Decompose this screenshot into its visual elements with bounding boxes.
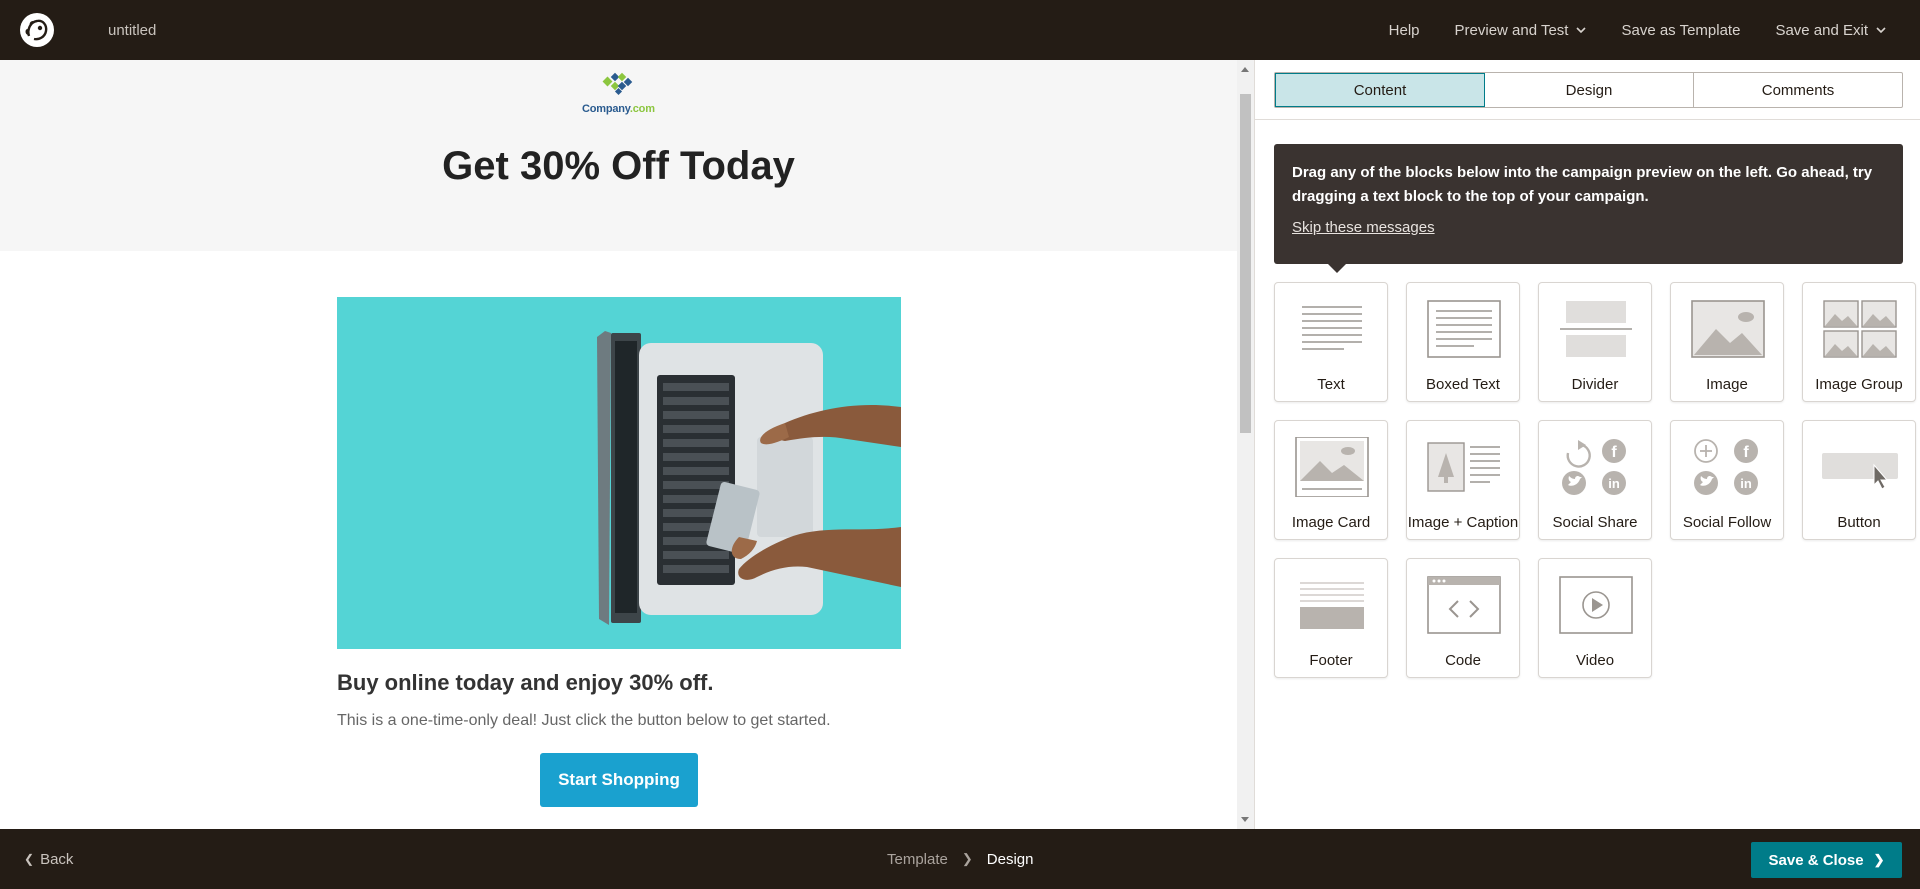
offer-body-text: This is a one-time-only deal! Just click…: [337, 712, 831, 729]
image-group-block-icon: [1823, 300, 1897, 358]
brand-name-text: Company: [582, 103, 630, 115]
button-block-icon: [1822, 453, 1898, 490]
svg-text:in: in: [1608, 476, 1620, 491]
bottom-bar: ❮ Back Template ❯ Design Save & Close ❯: [0, 829, 1920, 889]
block-label: Divider: [1571, 376, 1619, 393]
image-caption-block-icon: [1427, 442, 1500, 492]
scroll-up-arrow-icon[interactable]: [1241, 67, 1249, 72]
breadcrumb-design: Design: [986, 850, 1034, 868]
block-label: Image Group: [1815, 376, 1903, 393]
block-image-caption[interactable]: Image + Caption: [1406, 420, 1520, 540]
company-logo-icon: [602, 72, 633, 96]
help-tooltip: Drag any of the blocks below into the ca…: [1274, 144, 1903, 273]
save-and-exit-menu[interactable]: Save and Exit: [1775, 22, 1886, 39]
chevron-down-icon: [1876, 27, 1886, 34]
hero-image[interactable]: [337, 297, 901, 649]
save-and-exit-label: Save and Exit: [1775, 21, 1868, 39]
tab-comments[interactable]: Comments: [1694, 73, 1902, 107]
block-social-follow[interactable]: f in Social Follow: [1670, 420, 1784, 540]
image-card-block-icon: [1295, 437, 1369, 497]
top-bar: untitled Help Preview and Test Save as T…: [0, 0, 1920, 60]
footer-block-icon: [1300, 582, 1364, 629]
help-label: Help: [1388, 21, 1420, 39]
video-block-icon: [1559, 576, 1633, 634]
block-text[interactable]: Text: [1274, 282, 1388, 402]
chevron-right-icon: ❯: [961, 851, 973, 866]
block-footer[interactable]: Footer: [1274, 558, 1388, 678]
block-label: Social Share: [1552, 514, 1638, 531]
laptop-photo-icon: [337, 297, 901, 649]
preview-scrollbar[interactable]: [1237, 60, 1254, 829]
breadcrumb-template[interactable]: Template: [887, 851, 948, 868]
save-as-template-link[interactable]: Save as Template: [1621, 22, 1740, 39]
back-label: Back: [40, 850, 74, 868]
block-code[interactable]: Code: [1406, 558, 1520, 678]
offer-heading: Buy online today and enjoy 30% off.: [337, 670, 714, 695]
tooltip-text: Drag any of the blocks below into the ca…: [1292, 164, 1873, 205]
block-label: Video: [1575, 652, 1615, 669]
back-button[interactable]: ❮ Back: [24, 829, 73, 889]
code-block-icon: [1427, 576, 1501, 634]
tab-content[interactable]: Content: [1275, 73, 1485, 107]
block-label: Footer: [1309, 652, 1353, 669]
save-and-close-label: Save & Close: [1768, 851, 1864, 869]
chevron-left-icon: ❮: [24, 852, 35, 866]
image-block-icon: [1691, 300, 1765, 358]
block-video[interactable]: Video: [1538, 558, 1652, 678]
block-divider[interactable]: Divider: [1538, 282, 1652, 402]
boxed-text-block-icon: [1427, 300, 1501, 358]
divider-block-icon: [1560, 301, 1632, 357]
chevron-down-icon: [1576, 27, 1587, 34]
svg-text:f: f: [1743, 444, 1749, 461]
svg-text:f: f: [1611, 444, 1617, 461]
block-label: Image Card: [1291, 514, 1371, 531]
block-image-card[interactable]: Image Card: [1274, 420, 1388, 540]
save-as-template-label: Save as Template: [1621, 21, 1741, 39]
panel-tabs: Content Design Comments: [1274, 72, 1903, 108]
block-label: Boxed Text: [1426, 376, 1500, 393]
block-image-group[interactable]: Image Group: [1802, 282, 1916, 402]
text-block-icon: [1302, 306, 1362, 350]
block-label: Button: [1837, 514, 1881, 531]
preview-and-test-label: Preview and Test: [1454, 21, 1569, 39]
social-share-block-icon: f in: [1562, 439, 1626, 495]
block-image[interactable]: Image: [1670, 282, 1784, 402]
campaign-preview[interactable]: Company.com Get 30% Off Today Buy online…: [0, 60, 1237, 829]
top-nav: Help Preview and Test Save as Template S…: [1354, 22, 1886, 39]
brand-suffix-text: .com: [629, 103, 655, 115]
block-label: Social Follow: [1682, 514, 1772, 531]
skip-messages-link[interactable]: Skip these messages: [1292, 219, 1435, 236]
scroll-thumb[interactable]: [1240, 94, 1251, 433]
email-header-section[interactable]: Company.com Get 30% Off Today: [0, 60, 1237, 251]
blocks-panel: Content Design Comments Drag any of the …: [1254, 60, 1920, 829]
block-boxed-text[interactable]: Boxed Text: [1406, 282, 1520, 402]
tooltip-arrow: [1328, 264, 1346, 273]
scroll-down-arrow-icon[interactable]: [1241, 817, 1249, 822]
block-label: Image: [1706, 376, 1748, 393]
block-label: Text: [1317, 376, 1345, 393]
block-label: Image + Caption: [1407, 514, 1519, 531]
svg-text:in: in: [1740, 476, 1752, 491]
help-link[interactable]: Help: [1389, 22, 1420, 39]
block-button[interactable]: Button: [1802, 420, 1916, 540]
brand-name: Company.com: [582, 103, 655, 115]
start-shopping-button[interactable]: Start Shopping: [540, 753, 698, 807]
social-follow-block-icon: f in: [1694, 439, 1758, 495]
block-label: Code: [1445, 652, 1481, 669]
tab-design[interactable]: Design: [1485, 73, 1694, 107]
block-social-share[interactable]: f in Social Share: [1538, 420, 1652, 540]
campaign-name[interactable]: untitled: [108, 22, 156, 39]
chevron-right-icon: ❯: [1873, 852, 1885, 867]
preview-and-test-menu[interactable]: Preview and Test: [1455, 22, 1587, 39]
save-and-close-button[interactable]: Save & Close ❯: [1751, 842, 1902, 878]
email-title: Get 30% Off Today: [442, 144, 795, 188]
brand-logo[interactable]: Company.com: [582, 71, 655, 115]
breadcrumb: Template ❯ Design: [887, 829, 1033, 889]
mailchimp-logo-icon[interactable]: [18, 11, 56, 49]
tabs-divider: [1255, 119, 1920, 120]
